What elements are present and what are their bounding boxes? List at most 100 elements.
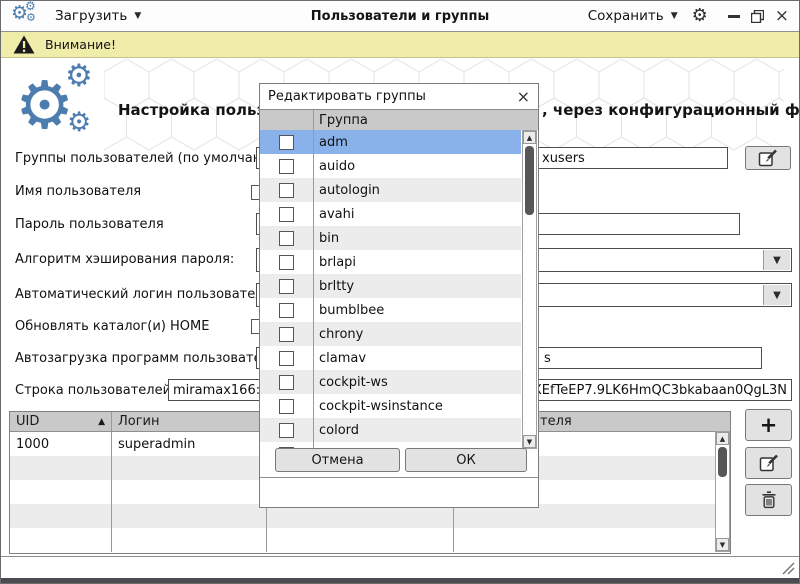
group-column-header: Группа [314, 113, 368, 128]
edit-pencil-icon [758, 149, 778, 167]
group-row[interactable]: colord [260, 418, 521, 442]
group-checkbox[interactable] [279, 255, 294, 270]
sort-ascending-icon: ▲ [98, 417, 105, 427]
delete-user-button[interactable] [745, 484, 792, 516]
group-row[interactable]: brlapi [260, 250, 521, 274]
cell-uid [10, 504, 112, 528]
close-button[interactable]: × [775, 8, 789, 25]
hash-algorithm-label: Алгоритм хэширования пароля: [15, 252, 234, 267]
table-scrollbar[interactable]: ▲ ▼ [715, 431, 730, 552]
warning-icon [13, 35, 35, 54]
group-name: autologin [314, 183, 380, 198]
cell-login [112, 528, 267, 552]
group-row[interactable]: auido [260, 154, 521, 178]
save-menu-button[interactable]: Сохранить ▼ [588, 8, 678, 24]
autostart-value: s [544, 351, 551, 366]
group-checkbox[interactable] [279, 327, 294, 342]
cell-login: superadmin [112, 432, 267, 456]
group-column-header-row: Группа [260, 110, 538, 130]
group-list: adm auido autologin avahi bin brlapi brl… [260, 130, 521, 449]
dropdown-arrow-icon[interactable]: ▼ [763, 250, 790, 270]
group-row[interactable]: bin [260, 226, 521, 250]
chevron-down-icon: ▼ [134, 11, 141, 21]
settings-gear-icon[interactable]: ⚙ [692, 7, 708, 25]
dialog-scrollbar[interactable]: ▲ ▼ [522, 130, 537, 449]
cell-login [112, 456, 267, 480]
table-row[interactable] [10, 528, 730, 552]
group-checkbox[interactable] [279, 303, 294, 318]
dropdown-arrow-icon[interactable]: ▼ [763, 285, 790, 305]
edit-pencil-icon [759, 454, 779, 472]
scroll-down-button[interactable]: ▼ [716, 538, 729, 551]
cell-login [112, 480, 267, 504]
group-checkbox[interactable] [279, 231, 294, 246]
plus-icon: + [760, 413, 778, 437]
group-checkbox[interactable] [279, 135, 294, 150]
dialog-close-icon[interactable]: × [517, 89, 530, 105]
group-row[interactable]: bumblbee [260, 298, 521, 322]
maximize-button[interactable] [751, 10, 764, 23]
group-row[interactable]: clamav [260, 346, 521, 370]
scrollbar-thumb[interactable] [718, 447, 727, 477]
group-checkbox[interactable] [279, 351, 294, 366]
dialog-separator [260, 477, 538, 478]
warning-text: Внимание! [45, 37, 116, 52]
app-window: ⚙ ⚙ ⚙ Загрузить ▼ Пользователи и группы … [0, 0, 800, 584]
scroll-up-button[interactable]: ▲ [716, 432, 729, 445]
group-row[interactable]: adm [260, 130, 521, 154]
edit-user-button[interactable] [745, 447, 792, 479]
group-name: adm [314, 135, 348, 150]
group-name: bumblbee [314, 303, 384, 318]
gear-icon: ⚙ [65, 61, 93, 92]
group-checkbox[interactable] [279, 399, 294, 414]
cell [454, 528, 730, 552]
group-row[interactable]: cockpit-ws [260, 370, 521, 394]
group-name: auido [314, 159, 355, 174]
cell [267, 528, 454, 552]
scroll-up-button[interactable]: ▲ [523, 131, 536, 144]
group-row[interactable]: avahi [260, 202, 521, 226]
load-menu-button[interactable]: Загрузить ▼ [55, 8, 141, 24]
user-line-value-right: XEfTeEP7.9LK6HmQC3bkabaan0QgL3N [533, 383, 787, 398]
cancel-button[interactable]: Отмена [275, 448, 400, 472]
autologin-label: Автоматический логин пользователя [15, 287, 271, 302]
cell-uid [10, 528, 112, 552]
warning-bar: Внимание! [1, 32, 799, 58]
load-menu-label: Загрузить [55, 8, 127, 24]
cell-login [112, 504, 267, 528]
page-title: Пользователи и группы [311, 9, 489, 24]
group-row[interactable]: cockpit-wsinstance [260, 394, 521, 418]
group-checkbox[interactable] [279, 159, 294, 174]
group-name: cockpit-ws [314, 375, 388, 390]
login-column-header[interactable]: Логин [112, 412, 267, 431]
group-name: colord [314, 423, 359, 438]
scrollbar-thumb[interactable] [525, 146, 534, 215]
group-checkbox[interactable] [279, 279, 294, 294]
group-name: brltty [314, 279, 354, 294]
group-name: clamav [314, 351, 366, 366]
scroll-down-button[interactable]: ▼ [523, 435, 536, 448]
group-checkbox[interactable] [279, 375, 294, 390]
group-row[interactable]: autologin [260, 178, 521, 202]
uid-column-header[interactable]: UID ▲ [10, 412, 112, 431]
checkbox-column-header [260, 110, 314, 130]
section-heading-right: , через конфигурационный файл) [542, 101, 800, 119]
cell-uid: 1000 [10, 432, 112, 456]
minimize-button[interactable] [728, 15, 740, 18]
group-row[interactable]: chrony [260, 322, 521, 346]
default-groups-value: xusers [542, 151, 585, 166]
status-bar [1, 556, 799, 578]
gear-icon: ⚙ [26, 12, 36, 23]
group-row[interactable]: brltty [260, 274, 521, 298]
group-name: bin [314, 231, 339, 246]
group-checkbox[interactable] [279, 183, 294, 198]
trash-icon [761, 491, 777, 509]
edit-groups-button[interactable] [745, 146, 791, 170]
ok-button[interactable]: ОК [405, 448, 527, 472]
group-checkbox[interactable] [279, 207, 294, 222]
add-user-button[interactable]: + [745, 409, 792, 441]
resize-grip[interactable] [782, 562, 795, 575]
group-checkbox[interactable] [279, 423, 294, 438]
app-logo-gears: ⚙ ⚙ ⚙ [15, 65, 107, 151]
dialog-title: Редактировать группы [268, 89, 426, 104]
